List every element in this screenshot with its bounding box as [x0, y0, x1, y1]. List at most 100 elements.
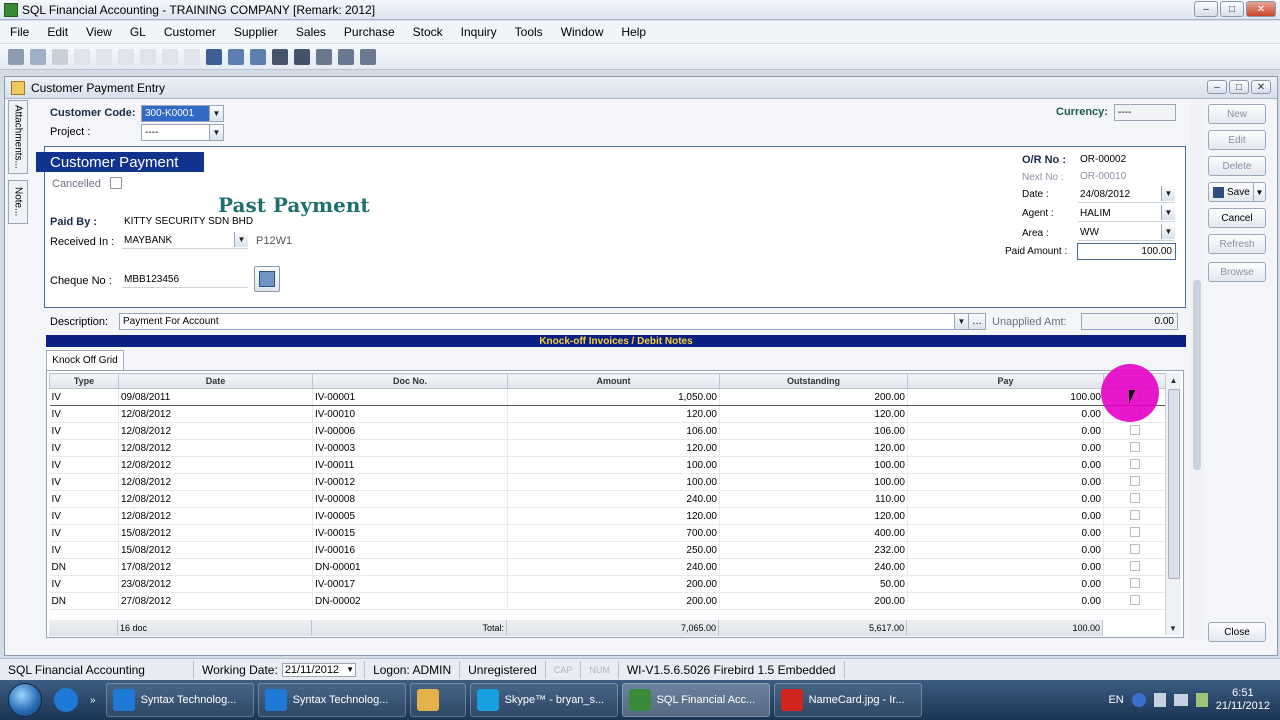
cell-pay[interactable]: 0.00	[907, 439, 1104, 457]
working-date-field[interactable]: 21/11/2012 ▼	[281, 662, 357, 677]
maximize-button[interactable]: □	[1220, 1, 1244, 17]
row-checkbox[interactable]	[1129, 424, 1140, 435]
table-row[interactable]: IV 12/08/2012 IV-00008 240.00 110.00 0.00	[49, 490, 1166, 508]
taskbar-item[interactable]: Syntax Technolog...	[105, 683, 254, 717]
table-row[interactable]: IV 12/08/2012 IV-00012 100.00 100.00 0.00	[49, 473, 1166, 491]
chevron-down-icon[interactable]: ▼	[1161, 205, 1175, 220]
preview-icon[interactable]	[338, 48, 354, 65]
note-tab[interactable]: Note...	[8, 180, 28, 224]
table-row[interactable]: DN 17/08/2012 DN-00001 240.00 240.00 0.00	[49, 558, 1166, 576]
received-in-field[interactable]: MAYBANK ▼	[122, 232, 248, 249]
cell-pay[interactable]: 0.00	[907, 473, 1104, 491]
tab-knock-off-grid[interactable]: Knock Off Grid	[46, 350, 124, 370]
cell-select[interactable]	[1103, 541, 1166, 559]
copy-icon[interactable]	[30, 48, 46, 65]
date-field[interactable]: 24/08/2012 ▼	[1078, 186, 1175, 203]
menu-help[interactable]: Help	[619, 23, 648, 41]
grid-scrollbar[interactable]: ▲ ▼	[1165, 373, 1181, 635]
cell-pay[interactable]: 0.00	[907, 422, 1104, 440]
table-row[interactable]: IV 15/08/2012 IV-00016 250.00 232.00 0.00	[49, 541, 1166, 559]
scroll-up-icon[interactable]: ▲	[1166, 373, 1181, 387]
table-row[interactable]: IV 12/08/2012 IV-00010 120.00 120.00 0.00	[49, 405, 1166, 423]
cell-pay[interactable]: 100.00	[907, 388, 1104, 406]
close-app-button[interactable]: ✕	[1246, 1, 1276, 17]
cell-select[interactable]	[1103, 575, 1166, 593]
clock[interactable]: 6:51 21/11/2012	[1216, 687, 1270, 713]
row-checkbox[interactable]	[1129, 543, 1140, 554]
cell-pay[interactable]: 0.00	[907, 405, 1104, 423]
table-row[interactable]: IV 12/08/2012 IV-00005 120.00 120.00 0.00	[49, 507, 1166, 525]
chevron-down-icon[interactable]: ▼	[1161, 186, 1175, 201]
delete-record-icon[interactable]	[184, 48, 200, 65]
menu-file[interactable]: File	[8, 23, 31, 41]
cell-select[interactable]	[1103, 439, 1166, 457]
help-icon[interactable]	[1131, 693, 1146, 707]
volume-icon[interactable]	[1173, 694, 1188, 706]
new-button[interactable]: New	[1208, 104, 1266, 124]
cell-pay[interactable]: 0.00	[907, 575, 1104, 593]
window-scroll-thumb[interactable]	[1193, 280, 1201, 470]
start-button[interactable]	[0, 680, 50, 720]
paid-amount-field[interactable]: 100.00	[1077, 243, 1176, 260]
row-checkbox[interactable]	[1129, 441, 1140, 452]
column-pay[interactable]: Pay	[907, 373, 1104, 389]
cell-pay[interactable]: 0.00	[907, 541, 1104, 559]
ie-quicklaunch-icon[interactable]	[54, 688, 78, 712]
taskbar-item[interactable]: SQL Financial Acc...	[621, 683, 770, 717]
table-row[interactable]: DN 27/08/2012 DN-00002 200.00 200.00 0.00	[49, 592, 1166, 610]
table-row[interactable]: IV 12/08/2012 IV-00003 120.00 120.00 0.00	[49, 439, 1166, 457]
column-date[interactable]: Date	[118, 373, 313, 389]
menu-window[interactable]: Window	[559, 23, 606, 41]
quicklaunch-expand-icon[interactable]: »	[90, 695, 96, 706]
menu-customer[interactable]: Customer	[162, 23, 218, 41]
cell-select[interactable]	[1103, 456, 1166, 474]
child-minimize-button[interactable]: –	[1207, 80, 1227, 94]
scroll-down-icon[interactable]: ▼	[1166, 621, 1180, 635]
cell-select[interactable]	[1103, 490, 1166, 508]
new-record-icon[interactable]	[162, 48, 178, 65]
cell-pay[interactable]: 0.00	[907, 592, 1104, 610]
column-amount[interactable]: Amount	[507, 373, 720, 389]
child-close-button[interactable]: ✕	[1251, 80, 1271, 94]
delete-button[interactable]: Delete	[1208, 156, 1266, 176]
child-maximize-button[interactable]: □	[1229, 80, 1249, 94]
menu-sales[interactable]: Sales	[294, 23, 328, 41]
table-row[interactable]: IV 23/08/2012 IV-00017 200.00 50.00 0.00	[49, 575, 1166, 593]
row-checkbox[interactable]	[1129, 509, 1140, 520]
column-doc-no[interactable]: Doc No.	[312, 373, 508, 389]
taskbar-item[interactable]: Skype™ - bryan_s...	[469, 683, 618, 717]
table-row[interactable]: IV 09/08/2011 IV-00001 1,050.00 200.00 100.00	[49, 388, 1166, 406]
refresh-button[interactable]: Refresh	[1208, 234, 1266, 254]
cell-select[interactable]	[1103, 473, 1166, 491]
table-row[interactable]: IV 12/08/2012 IV-00006 106.00 106.00 0.00	[49, 422, 1166, 440]
row-checkbox[interactable]	[1129, 560, 1140, 571]
menu-view[interactable]: View	[84, 23, 114, 41]
grid-scroll-thumb[interactable]	[1168, 389, 1180, 579]
project-field[interactable]: ---- ▼	[141, 124, 224, 141]
tray-app-icon[interactable]	[1195, 693, 1208, 707]
export-icon[interactable]	[250, 48, 266, 65]
print-icon[interactable]	[316, 48, 332, 65]
chevron-down-icon[interactable]: ▼	[1161, 224, 1175, 239]
cell-select[interactable]	[1103, 558, 1166, 576]
chevron-down-icon[interactable]: ▼	[346, 665, 354, 674]
filter-icon[interactable]	[294, 48, 310, 65]
minimize-button[interactable]: –	[1194, 1, 1218, 17]
language-indicator[interactable]: EN	[1108, 694, 1123, 706]
chevron-down-icon[interactable]: ▼	[1253, 183, 1265, 201]
menu-inquiry[interactable]: Inquiry	[459, 23, 499, 41]
cell-select[interactable]	[1103, 422, 1166, 440]
first-record-icon[interactable]	[74, 48, 90, 65]
taskbar-item[interactable]	[409, 683, 466, 717]
row-checkbox[interactable]	[1129, 594, 1140, 605]
cell-select[interactable]	[1103, 524, 1166, 542]
column-outstanding[interactable]: Outstanding	[719, 373, 908, 389]
browse-button[interactable]: Browse	[1208, 262, 1266, 282]
refresh-icon[interactable]	[228, 48, 244, 65]
menu-tools[interactable]: Tools	[513, 23, 545, 41]
description-more-button[interactable]: …	[968, 313, 986, 330]
last-record-icon[interactable]	[140, 48, 156, 65]
menu-supplier[interactable]: Supplier	[232, 23, 280, 41]
cell-pay[interactable]: 0.00	[907, 558, 1104, 576]
cell-pay[interactable]: 0.00	[907, 490, 1104, 508]
